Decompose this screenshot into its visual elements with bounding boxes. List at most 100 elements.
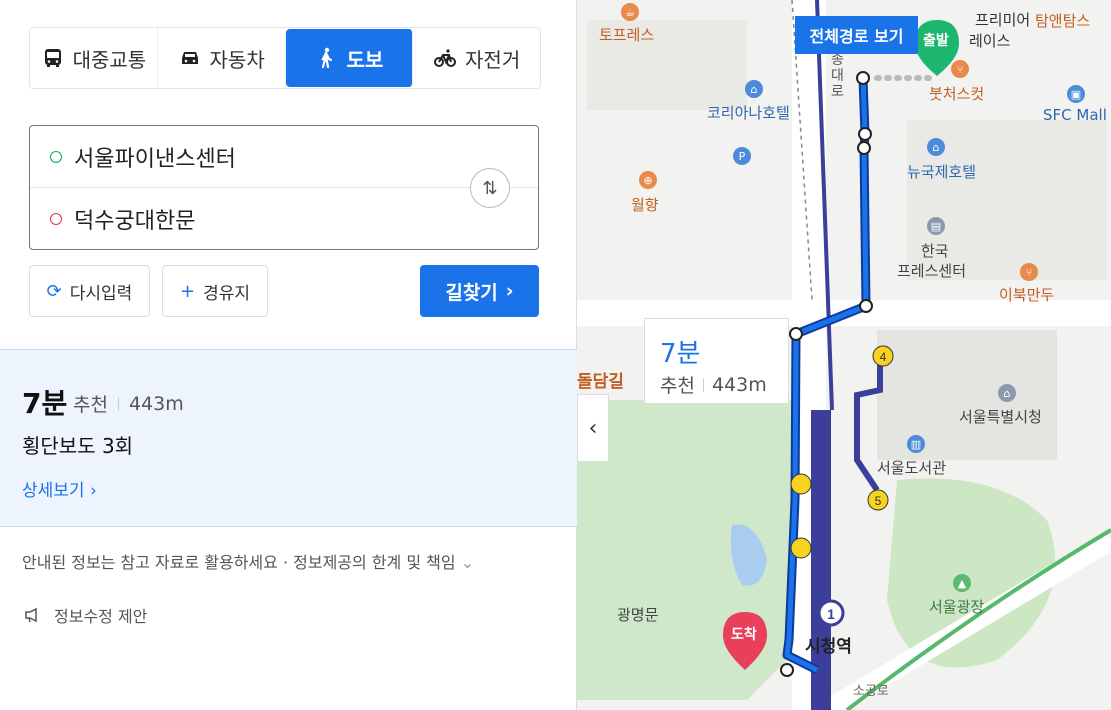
label-road-vertical: 종대로 (831, 52, 844, 100)
route-inputs: 서울파이낸스센터 덕수궁대한문 ⇅ (29, 125, 539, 250)
poi-place[interactable]: 레이스 (969, 30, 1010, 51)
poi-butchers-cut[interactable]: 붓처스컷 (929, 83, 984, 104)
crosswalk-count: 횡단보도 3회 (22, 434, 134, 458)
chevron-right-icon: › (505, 280, 514, 302)
shopping-icon[interactable]: ▣ (1067, 85, 1085, 103)
result-distance: 443m (128, 392, 184, 415)
walk-icon (321, 47, 333, 69)
result-tag: 추천 (73, 394, 108, 416)
reset-button[interactable]: ⟳ 다시입력 (29, 265, 150, 317)
line1-number: 1 (827, 606, 835, 622)
destination-field[interactable]: 덕수궁대한문 (30, 188, 538, 250)
tab-walk-label: 도보 (346, 47, 384, 72)
bus-icon (44, 49, 61, 67)
poi-seoul-city-hall[interactable]: 서울특별시청 (959, 406, 1042, 427)
hotel-icon[interactable]: ⌂ (745, 80, 763, 98)
suggest-label: 정보수정 제안 (54, 607, 148, 626)
notice-link[interactable]: 정보제공의 한계 및 책임 (293, 553, 455, 572)
route-panel: 대중교통 자동차 도보 자전거 서울파이낸스센터 덕수궁대한문 ⇅ ⟳ 다시입력 (0, 0, 577, 710)
info-notice: 안내된 정보는 참고 자료로 활용하세요 · 정보제공의 한계 및 책임 ⌄ (22, 549, 474, 573)
poi-press-center-2[interactable]: 프레스센터 (897, 260, 966, 281)
poi-premier[interactable]: 프리미어 (975, 9, 1030, 30)
poi-koreana-hotel[interactable]: 코리아나호텔 (707, 102, 790, 123)
plus-icon: + (179, 280, 196, 302)
full-route-button[interactable]: 전체경로 보기 (795, 16, 918, 54)
park-icon[interactable]: ▲ (953, 574, 971, 592)
poi-city-hall-station[interactable]: 시청역 (805, 632, 852, 657)
tab-car-label: 자동차 (209, 47, 265, 72)
suggest-edit-link[interactable]: 정보수정 제안 (24, 603, 147, 627)
parking-icon[interactable]: P (733, 147, 751, 165)
label-sogong-ro: 소공로 (853, 684, 889, 699)
poi-tofresh[interactable]: 토프레스 (599, 24, 654, 45)
poi-gwangmyeongmun[interactable]: 광명문 (617, 604, 658, 625)
route-callout[interactable]: 7분 추천 443m (644, 318, 789, 404)
poi-seoul-library[interactable]: 서울도서관 (877, 457, 946, 478)
route-node (857, 141, 871, 155)
route-node (780, 663, 794, 677)
poi-ibuk-mandu[interactable]: 이북만두 (999, 284, 1054, 305)
poi-wolhyang[interactable]: 월향 (631, 194, 659, 215)
bike-icon (434, 49, 457, 67)
poi-sfc-mall[interactable]: SFC Mall (1043, 106, 1107, 124)
result-time: 7분 (22, 387, 68, 420)
start-pin-label: 출발 (923, 33, 949, 49)
divider (702, 377, 704, 392)
divider (117, 396, 119, 411)
detail-link[interactable]: 상세보기 › (22, 476, 97, 501)
result-meta: 추천 443m (73, 390, 184, 417)
destination-text: 덕수궁대한문 (74, 209, 196, 234)
origin-dot-icon (50, 150, 62, 163)
library-icon[interactable]: ▥ (907, 435, 925, 453)
add-waypoint-button[interactable]: + 경유지 (162, 265, 268, 317)
swap-arrows-icon: ⇅ (482, 177, 498, 199)
tab-bike-label: 자전거 (465, 47, 521, 72)
callout-distance: 443m (711, 373, 767, 396)
poi-press-center-1[interactable]: 한국 (921, 240, 949, 261)
hotel-icon[interactable]: ⌂ (927, 138, 945, 156)
poi-seoul-plaza[interactable]: 서울광장 (929, 596, 984, 617)
detail-label: 상세보기 (22, 481, 85, 501)
deoksugung-park (577, 400, 807, 700)
callout-time: 7분 (660, 339, 701, 369)
exit-4-number: 4 (880, 350, 887, 364)
origin-text: 서울파이낸스센터 (74, 146, 236, 172)
exit-2-marker (790, 537, 812, 559)
route-result-card[interactable]: 7분 추천 443m 횡단보도 3회 상세보기 › (0, 349, 577, 527)
refresh-icon: ⟳ (46, 280, 62, 302)
exit-5-number: 5 (875, 494, 882, 508)
tab-bike[interactable]: 자전거 (413, 28, 540, 88)
poi-new-korea-hotel[interactable]: 뉴국제호텔 (907, 161, 976, 182)
restaurant-icon[interactable]: ⑂ (951, 60, 969, 78)
cafe-icon[interactable]: ☕ (621, 3, 639, 21)
restaurant-icon[interactable]: ⊕ (639, 171, 657, 189)
tab-transit[interactable]: 대중교통 (30, 28, 158, 88)
find-route-label: 길찾기 (445, 281, 498, 304)
bullet-separator: · (282, 553, 294, 572)
callout-meta: 추천 443m (660, 371, 767, 398)
destination-dot-icon (50, 213, 62, 225)
poi-tamntams[interactable]: 탐앤탐스 (1035, 10, 1090, 31)
route-node (789, 327, 803, 341)
tab-walk[interactable]: 도보 (285, 29, 414, 87)
chevron-right-icon: › (89, 481, 97, 501)
car-icon (181, 52, 198, 64)
swap-button[interactable]: ⇅ (470, 168, 510, 208)
full-route-label: 전체경로 보기 (809, 27, 904, 46)
route-node (859, 299, 873, 313)
chevron-down-icon[interactable]: ⌄ (461, 553, 474, 572)
route-node (856, 71, 870, 85)
government-icon[interactable]: ⌂ (998, 384, 1016, 402)
transport-mode-tabs: 대중교통 자동차 도보 자전거 (29, 27, 541, 89)
callout-tag: 추천 (660, 375, 695, 397)
route-node (858, 127, 872, 141)
tab-car[interactable]: 자동차 (158, 28, 286, 88)
building-icon[interactable]: ▤ (927, 217, 945, 235)
notice-text: 안내된 정보는 참고 자료로 활용하세요 (22, 553, 278, 572)
restaurant-icon[interactable]: ⑂ (1020, 263, 1038, 281)
chevron-left-icon: ‹ (588, 415, 598, 441)
find-route-button[interactable]: 길찾기 › (420, 265, 539, 317)
origin-field[interactable]: 서울파이낸스센터 (30, 126, 538, 188)
map-block (877, 330, 1057, 460)
collapse-panel-button[interactable]: ‹ (577, 394, 609, 462)
